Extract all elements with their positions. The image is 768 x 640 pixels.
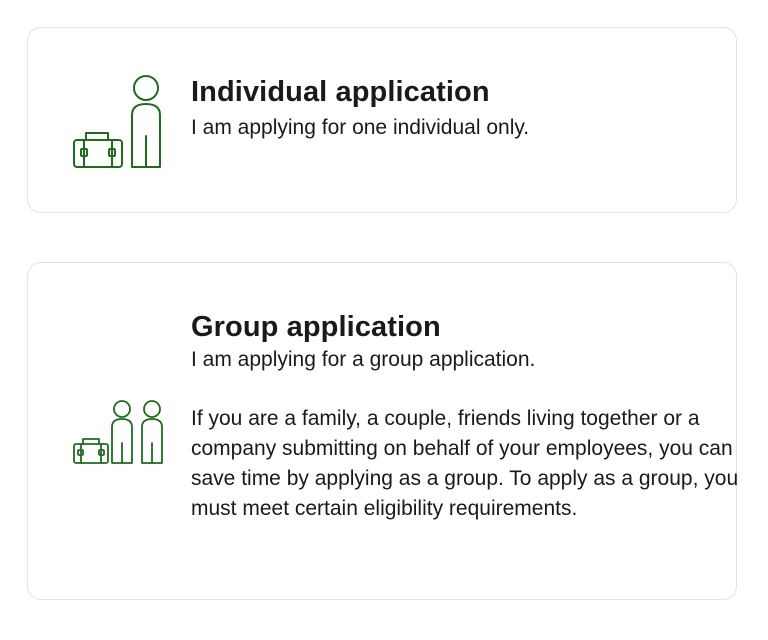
group-application-subtitle: I am applying for a group application. bbox=[191, 348, 536, 371]
individual-application-title: Individual application bbox=[191, 76, 490, 108]
group-application-description: If you are a family, a couple, friends l… bbox=[191, 407, 739, 520]
group-application-title: Group application bbox=[191, 311, 441, 343]
person-with-suitcase-icon bbox=[72, 74, 172, 170]
individual-application-subtitle: I am applying for one individual only. bbox=[191, 116, 530, 139]
individual-application-option[interactable]: Individual application I am applying for… bbox=[27, 27, 737, 213]
group-with-suitcase-icon bbox=[72, 399, 172, 469]
group-application-option[interactable]: Group application I am applying for a gr… bbox=[27, 262, 739, 600]
